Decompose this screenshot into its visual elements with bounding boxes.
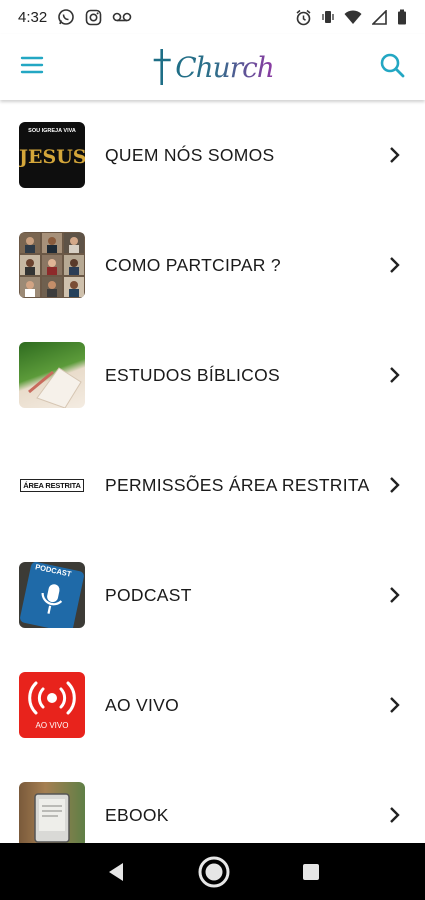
home-icon[interactable] — [197, 855, 231, 889]
app-bar: Church — [0, 34, 425, 100]
menu-icon[interactable] — [20, 56, 44, 79]
thumb-ebook — [19, 782, 85, 843]
thumb-podcast: PODCAST — [19, 562, 85, 628]
item-label: PERMISSÕES ÁREA RESTRITA — [105, 474, 370, 495]
chevron-right-icon — [390, 697, 400, 713]
status-bar: 4:32 — [0, 0, 425, 34]
chevron-right-icon — [390, 477, 400, 493]
item-label: AO VIVO — [105, 694, 180, 715]
back-icon[interactable] — [106, 861, 126, 883]
chevron-right-icon — [390, 807, 400, 823]
thumb-estudos-biblicos — [19, 342, 85, 408]
app-logo: Church — [151, 47, 275, 87]
clock: 4:32 — [18, 8, 48, 26]
vibrate-icon — [322, 9, 334, 25]
item-label: PODCAST — [105, 584, 192, 605]
chevron-right-icon — [390, 147, 400, 163]
item-label: EBOOK — [105, 804, 169, 825]
logo-text: Church — [175, 50, 275, 84]
item-label: QUEM NÓS SOMOS — [105, 144, 275, 165]
thumb-como-participar — [19, 232, 85, 298]
item-label: COMO PARTCIPAR ? — [105, 254, 281, 275]
menu-item-estudos-biblicos[interactable]: ESTUDOS BÍBLICOS — [0, 320, 425, 430]
whatsapp-icon — [57, 8, 75, 26]
cross-icon — [153, 49, 171, 85]
menu-list: SOU IGREJA VIVA JESUS QUEM NÓS SOMOS COM… — [0, 100, 425, 843]
chevron-right-icon — [390, 257, 400, 273]
menu-item-ao-vivo[interactable]: AO VIVO AO VIVO — [0, 650, 425, 760]
alarm-icon — [295, 9, 312, 26]
wifi-icon — [344, 9, 362, 25]
voicemail-icon — [112, 11, 132, 23]
signal-icon — [372, 9, 387, 25]
item-label: ESTUDOS BÍBLICOS — [105, 364, 280, 385]
recents-icon[interactable] — [302, 863, 320, 881]
menu-item-ebook[interactable]: EBOOK — [0, 760, 425, 843]
thumb-quem-nos-somos: SOU IGREJA VIVA JESUS — [19, 122, 85, 188]
menu-item-como-participar[interactable]: COMO PARTCIPAR ? — [0, 210, 425, 320]
thumb-ao-vivo: AO VIVO — [19, 672, 85, 738]
thumb-area-restrita: ÁREA RESTRITA — [19, 452, 85, 518]
system-nav-bar — [0, 843, 425, 900]
menu-item-area-restrita[interactable]: ÁREA RESTRITA PERMISSÕES ÁREA RESTRITA — [0, 430, 425, 540]
ereader-icon — [34, 793, 70, 843]
menu-item-quem-nos-somos[interactable]: SOU IGREJA VIVA JESUS QUEM NÓS SOMOS — [0, 100, 425, 210]
menu-item-podcast[interactable]: PODCAST PODCAST — [0, 540, 425, 650]
instagram-icon — [85, 9, 102, 26]
chevron-right-icon — [390, 587, 400, 603]
search-icon[interactable] — [379, 52, 405, 83]
chevron-right-icon — [390, 367, 400, 383]
battery-icon — [397, 9, 407, 25]
